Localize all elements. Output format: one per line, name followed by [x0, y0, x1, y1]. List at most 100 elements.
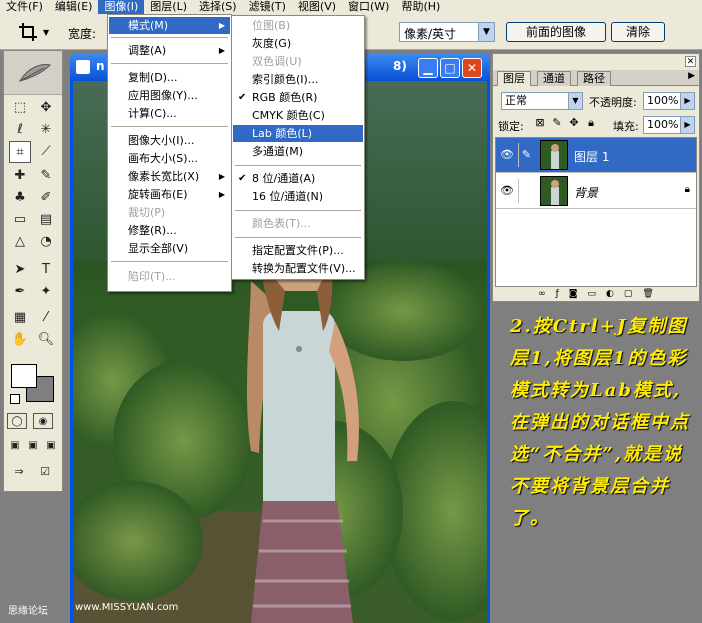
layers-panel: ✕ 图层 通道 路径 ▶ 正常 ▼ 不透明度: 100% ▶ 锁定: ⊠ ✎ ✥…: [492, 53, 700, 302]
notes-tool-icon[interactable]: ▦: [9, 307, 31, 329]
tab-layers[interactable]: 图层: [497, 71, 531, 86]
resolution-unit-select[interactable]: 像素/英寸 ▼: [399, 22, 495, 42]
history-brush-tool-icon[interactable]: ✐: [35, 187, 57, 209]
image-menu-calculations[interactable]: 计算(C)...: [109, 105, 230, 122]
close-icon[interactable]: ✕: [685, 56, 696, 67]
maximize-button[interactable]: □: [440, 58, 460, 78]
mode-multichannel[interactable]: 多通道(M): [233, 143, 363, 160]
brush-tool-icon[interactable]: ✎: [35, 165, 57, 187]
menu-layer[interactable]: 图层(L): [144, 0, 193, 14]
submenu-arrow-icon: ▶: [218, 172, 225, 181]
menu-select[interactable]: 选择(S): [193, 0, 243, 14]
standard-screen-mode-icon[interactable]: ▣: [7, 439, 23, 453]
foreground-color-swatch[interactable]: [11, 364, 37, 388]
layer-style-icon[interactable]: ƒ: [556, 288, 559, 300]
layers-panel-tabs: 图层 通道 路径 ▶: [493, 70, 699, 86]
image-menu-reveal-all[interactable]: 显示全部(V): [109, 240, 230, 257]
tool-preset-dropdown-icon[interactable]: ▼: [43, 28, 49, 37]
menu-view[interactable]: 视图(V): [292, 0, 342, 14]
menu-image[interactable]: 图像(I): [98, 0, 145, 14]
image-menu-trim[interactable]: 修整(R)...: [109, 222, 230, 239]
fill-input[interactable]: 100% ▶: [643, 116, 695, 134]
image-menu-duplicate[interactable]: 复制(D)...: [109, 69, 230, 86]
checklist-icon[interactable]: ☑: [34, 463, 56, 481]
annotation-text: 2.按Ctrl+J复制图层1,将图层1的色彩模式转为Lab模式,在弹出的对话框中…: [510, 316, 690, 529]
path-selection-tool-icon[interactable]: ➤: [9, 259, 31, 281]
close-button[interactable]: ✕: [462, 58, 482, 78]
adjustment-layer-icon[interactable]: ◐: [606, 288, 614, 300]
standard-mode-icon[interactable]: ◯: [7, 413, 27, 429]
image-menu-adjust[interactable]: 调整(A) ▶: [109, 42, 230, 59]
image-menu-pixel-aspect-ratio[interactable]: 像素长宽比(X) ▶: [109, 168, 230, 185]
pen-tool-icon[interactable]: ✒: [9, 281, 31, 303]
marquee-tool-icon[interactable]: ⬚: [9, 97, 31, 119]
blur-tool-icon[interactable]: △: [9, 231, 31, 253]
mode-rgb-color[interactable]: ✔ RGB 颜色(R): [233, 89, 363, 106]
new-layer-icon[interactable]: ▢: [624, 288, 633, 300]
tab-channels[interactable]: 通道: [537, 71, 571, 86]
menu-edit[interactable]: 编辑(E): [49, 0, 99, 14]
mode-assign-profile[interactable]: 指定配置文件(P)...: [233, 242, 363, 259]
eraser-tool-icon[interactable]: ▭: [9, 209, 31, 231]
mode-cmyk-color[interactable]: CMYK 颜色(C): [233, 107, 363, 124]
full-screen-menu-mode-icon[interactable]: ▣: [25, 439, 41, 453]
eye-icon[interactable]: 👁︎: [499, 184, 515, 198]
menu-window[interactable]: 窗口(W): [342, 0, 395, 14]
lock-transparent-pixels-icon[interactable]: ⊠: [533, 116, 547, 129]
jump-to-imageready-icon[interactable]: ⇒: [7, 463, 31, 481]
quick-mask-mode-icon[interactable]: ◉: [33, 413, 53, 429]
opacity-input[interactable]: 100% ▶: [643, 92, 695, 110]
trash-icon[interactable]: 🗑︎: [642, 288, 653, 300]
default-colors-icon[interactable]: [10, 394, 20, 404]
mode-convert-to-profile[interactable]: 转换为配置文件(V)...: [233, 260, 363, 277]
front-image-button[interactable]: 前面的图像: [506, 22, 606, 42]
zoom-tool-icon[interactable]: 🔍︎: [35, 329, 57, 351]
crop-tool-icon[interactable]: [18, 22, 40, 42]
layer-row-background[interactable]: 👁︎ 背景 🔒︎: [496, 174, 696, 209]
lock-image-pixels-icon[interactable]: ✎: [550, 116, 564, 129]
image-menu-image-size[interactable]: 图像大小(I)...: [109, 132, 230, 149]
watermark-site-name: 思缘论坛: [8, 606, 48, 617]
crop-tool-button-icon[interactable]: ⌗: [9, 141, 31, 163]
new-group-icon[interactable]: ▭: [588, 288, 597, 300]
menu-help[interactable]: 帮助(H): [395, 0, 446, 14]
menu-file[interactable]: 文件(F): [0, 0, 49, 14]
lock-position-icon[interactable]: ✥: [567, 116, 581, 129]
custom-shape-tool-icon[interactable]: ✦: [35, 281, 57, 303]
hand-tool-icon[interactable]: ✋: [9, 329, 31, 351]
mode-color-table: 颜色表(T)...: [252, 217, 311, 230]
clone-stamp-tool-icon[interactable]: ♣: [9, 187, 31, 209]
clear-button[interactable]: 清除: [611, 22, 665, 42]
lasso-tool-icon[interactable]: ℓ: [9, 119, 31, 141]
menu-filter[interactable]: 滤镜(T): [243, 0, 292, 14]
tab-paths[interactable]: 路径: [577, 71, 611, 86]
mode-16-bits-per-channel[interactable]: 16 位/通道(N): [233, 188, 363, 205]
slice-tool-icon[interactable]: ⟋: [35, 141, 57, 163]
eyedropper-tool-icon[interactable]: ⁄: [35, 307, 57, 329]
panel-menu-arrow-icon[interactable]: ▶: [688, 71, 695, 81]
blend-mode-select[interactable]: 正常 ▼: [501, 92, 583, 110]
move-tool-icon[interactable]: ✥: [35, 97, 57, 119]
feather-logo-icon[interactable]: [18, 63, 52, 83]
dodge-tool-icon[interactable]: ◔: [35, 231, 57, 253]
image-menu-rotate-canvas[interactable]: 旋转画布(E) ▶: [109, 186, 230, 203]
layer-row-layer-1[interactable]: 👁︎ ✎ 图层 1: [496, 138, 696, 173]
image-menu-apply-image[interactable]: 应用图像(Y)...: [109, 87, 230, 104]
gradient-tool-icon[interactable]: ▤: [35, 209, 57, 231]
layer-mask-icon[interactable]: ◙: [569, 288, 578, 300]
type-tool-icon[interactable]: T: [35, 259, 57, 281]
image-menu-canvas-size[interactable]: 画布大小(S)...: [109, 150, 230, 167]
lock-all-icon[interactable]: 🔒︎: [584, 116, 598, 130]
mode-grayscale[interactable]: 灰度(G): [233, 35, 363, 52]
healing-brush-tool-icon[interactable]: ✚: [9, 165, 31, 187]
mode-indexed-color[interactable]: 索引颜色(I)...: [233, 71, 363, 88]
magic-wand-tool-icon[interactable]: ✳: [35, 119, 57, 141]
full-screen-mode-icon[interactable]: ▣: [43, 439, 59, 453]
mode-lab-color[interactable]: Lab 颜色(L): [233, 125, 363, 142]
minimize-button[interactable]: ▁: [418, 58, 438, 78]
eye-icon[interactable]: 👁︎: [499, 148, 515, 162]
mode-8-bits-per-channel[interactable]: ✔ 8 位/通道(A): [233, 170, 363, 187]
mode-bitmap: 位图(B): [252, 19, 291, 32]
link-layers-icon[interactable]: ∞: [538, 288, 546, 300]
image-menu-mode[interactable]: 模式(M) ▶: [109, 17, 230, 34]
